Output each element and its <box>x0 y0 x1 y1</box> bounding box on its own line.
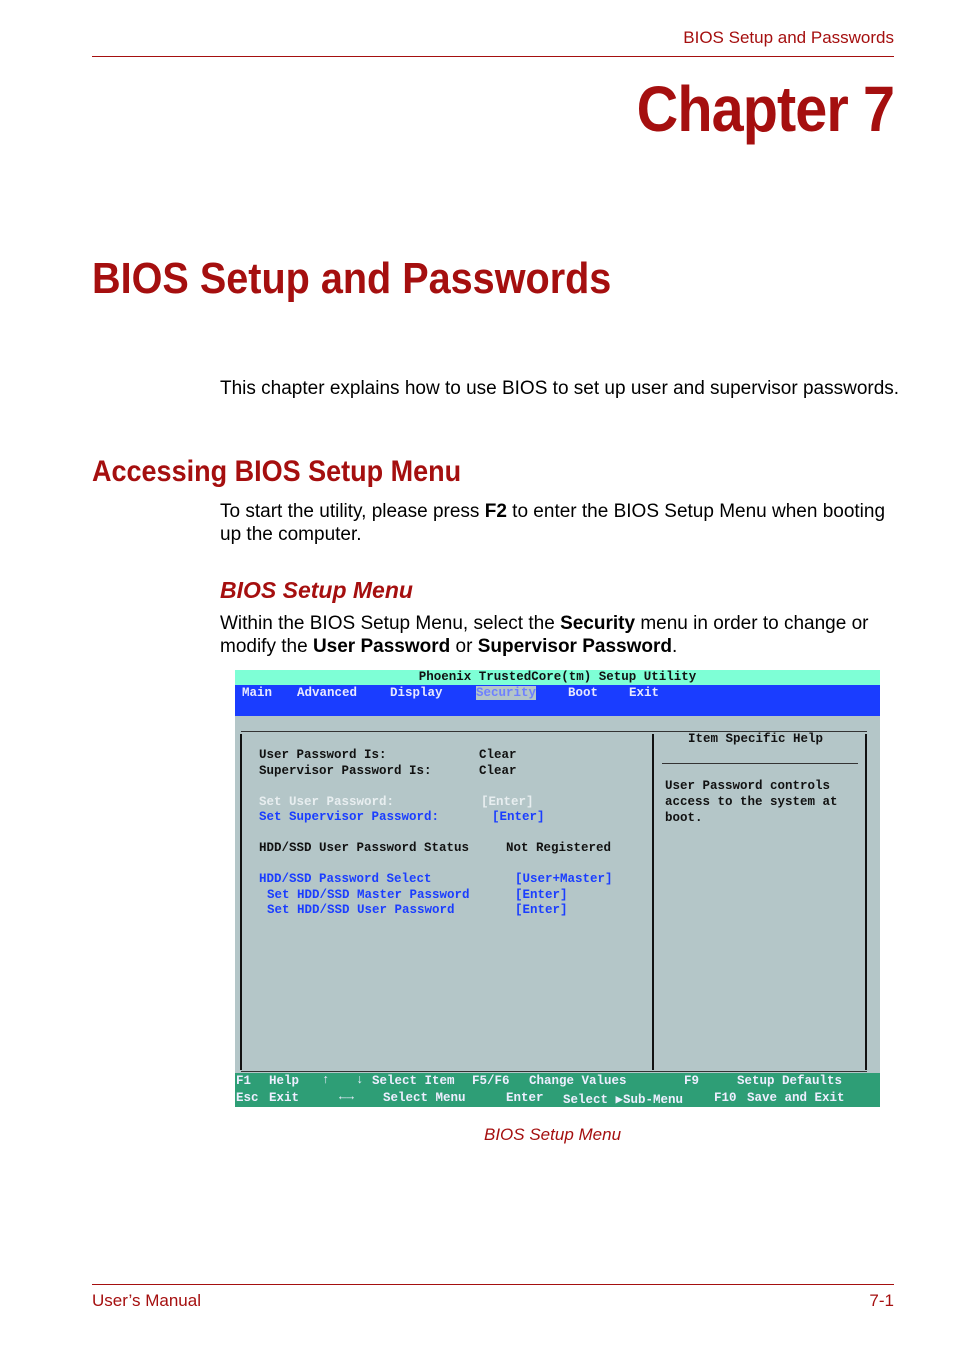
section-heading: Accessing BIOS Setup Menu <box>92 455 462 488</box>
user-password-status-label: User Password Is: <box>259 748 387 762</box>
key-f1: F1 <box>236 1074 252 1088</box>
help-title-rule <box>662 763 858 764</box>
help-title: Item Specific Help <box>688 732 824 746</box>
key-esc-label: Exit <box>269 1091 300 1105</box>
bios-menu-advanced[interactable]: Advanced <box>297 686 357 700</box>
bios-menu-security[interactable]: Security <box>476 686 537 700</box>
set-hdd-user-password-button[interactable]: [Enter] <box>515 903 568 917</box>
setup-defaults-label: Setup Defaults <box>737 1074 843 1088</box>
bios-title-bar: Phoenix TrustedCore(tm) Setup Utility <box>235 670 880 685</box>
header-rule <box>92 56 894 57</box>
select-submenu-label: Select ▶Sub-Menu <box>563 1093 684 1107</box>
left-right-arrow-icon: ←→ <box>339 1090 355 1104</box>
key-f10: F10 <box>714 1091 737 1105</box>
key-f2: F2 <box>484 501 507 522</box>
footer-rule <box>92 1284 894 1285</box>
set-hdd-master-password-button[interactable]: [Enter] <box>515 888 568 902</box>
select-menu-label: Select Menu <box>383 1091 466 1105</box>
running-header: BIOS Setup and Passwords <box>683 28 894 47</box>
supervisor-password-status-value: Clear <box>479 764 517 778</box>
bios-menu-boot[interactable]: Boot <box>568 686 598 700</box>
help-text-line-3: boot. <box>665 811 703 825</box>
footer-manual-title: User’s Manual <box>92 1291 201 1310</box>
select-item-label: Select Item <box>372 1074 455 1088</box>
bios-screenshot: Phoenix TrustedCore(tm) Setup Utility Ma… <box>235 670 880 1107</box>
bios-menu-display[interactable]: Display <box>390 686 443 700</box>
hdd-password-status-value: Not Registered <box>506 841 612 855</box>
save-exit-label: Save and Exit <box>747 1091 845 1105</box>
supervisor-password-status-label: Supervisor Password Is: <box>259 764 432 778</box>
set-hdd-master-password-label[interactable]: Set HDD/SSD Master Password <box>267 888 470 902</box>
subsection-paragraph: Within the BIOS Setup Menu, select the S… <box>220 613 869 657</box>
key-f5-f6: F5/F6 <box>472 1074 510 1088</box>
figure-caption: BIOS Setup Menu <box>484 1125 622 1144</box>
help-text-line-2: access to the system at <box>665 795 838 809</box>
set-user-password-button[interactable]: [Enter] <box>481 795 534 809</box>
set-user-password-label[interactable]: Set User Password: <box>259 795 394 809</box>
page-number: 7-1 <box>869 1291 894 1310</box>
up-arrow-icon: ↑ <box>322 1073 330 1087</box>
set-supervisor-password-label[interactable]: Set Supervisor Password: <box>259 810 439 824</box>
hdd-password-select-label[interactable]: HDD/SSD Password Select <box>259 872 432 886</box>
hdd-password-select-value[interactable]: [User+Master] <box>515 872 613 886</box>
set-supervisor-password-button[interactable]: [Enter] <box>492 810 545 824</box>
key-f9: F9 <box>684 1074 700 1088</box>
chapter-label: Chapter 7 <box>636 73 894 145</box>
key-f1-label: Help <box>269 1074 300 1088</box>
subsection-heading: BIOS Setup Menu <box>220 577 413 603</box>
help-text-line-1: User Password controls <box>665 779 831 793</box>
hdd-password-status-label: HDD/SSD User Password Status <box>259 841 470 855</box>
user-password-status-value: Clear <box>479 748 517 762</box>
section-paragraph: To start the utility, please press F2 to… <box>220 501 886 545</box>
frame-bottom-rule <box>241 1071 867 1072</box>
change-values-label: Change Values <box>529 1074 627 1088</box>
intro-paragraph: This chapter explains how to use BIOS to… <box>220 378 900 399</box>
bios-menu-main[interactable]: Main <box>242 686 272 700</box>
key-esc: Esc <box>236 1091 259 1105</box>
frame-right-border <box>865 734 867 1070</box>
down-arrow-icon: ↓ <box>356 1073 364 1087</box>
frame-left-border <box>240 734 242 1070</box>
frame-divider <box>652 734 654 1070</box>
key-enter: Enter <box>506 1091 544 1105</box>
bios-menu-bar: Main Advanced Display Security Boot Exit <box>235 685 880 716</box>
bios-menu-exit[interactable]: Exit <box>629 686 659 700</box>
chapter-title: BIOS Setup and Passwords <box>92 254 612 303</box>
set-hdd-user-password-label[interactable]: Set HDD/SSD User Password <box>267 903 455 917</box>
bios-key-legend: F1 Help ↑ ↓ Select Item F5/F6 Change Val… <box>235 1073 880 1107</box>
